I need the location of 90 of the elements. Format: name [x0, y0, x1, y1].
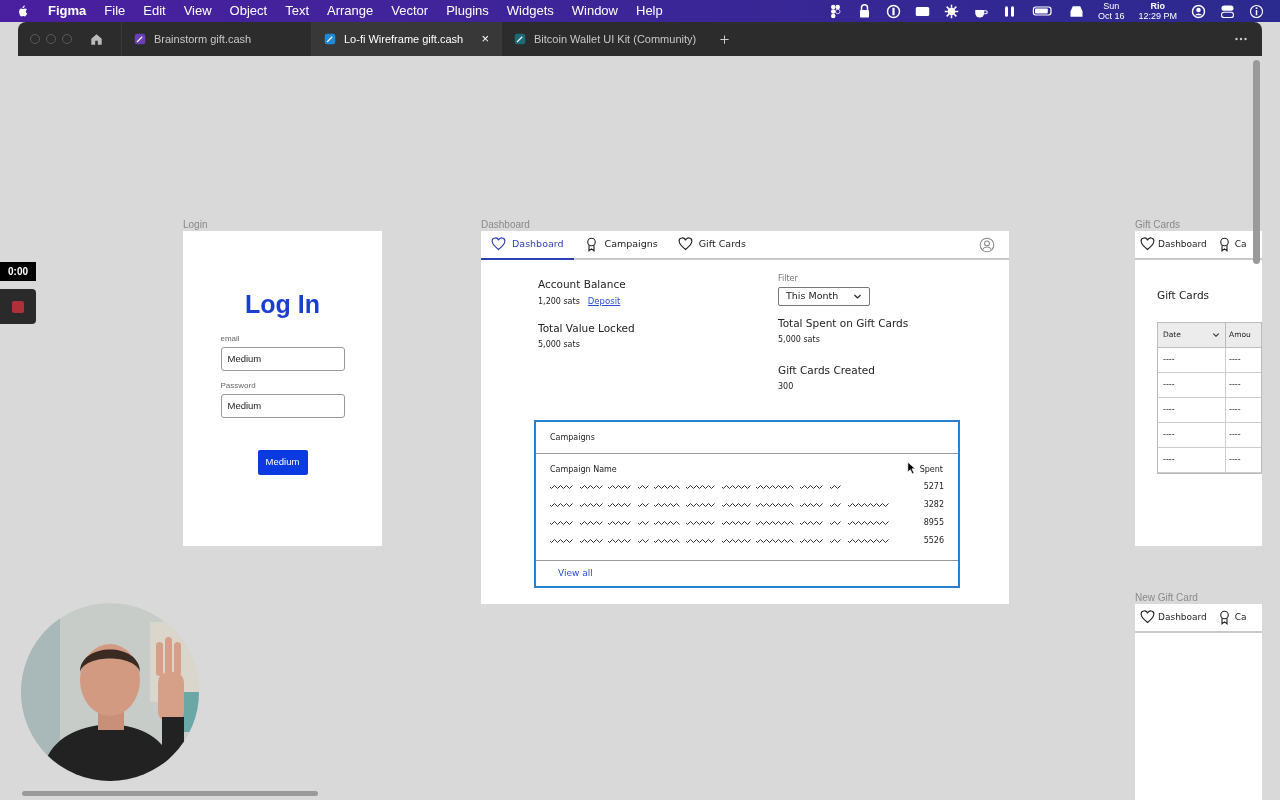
recording-timer: 0:00 [0, 262, 36, 281]
table-cell: ---- [1158, 397, 1226, 422]
stat-value: 1,200 sats [538, 296, 580, 308]
table-cell-text: ---- [1228, 428, 1242, 441]
tab[interactable]: Lo-fi Wireframe gift.cash × [311, 22, 501, 56]
file-icon [324, 33, 336, 45]
heart-icon [1140, 610, 1155, 625]
filter-dropdown[interactable]: This Month [778, 287, 870, 306]
view-all-link[interactable]: View all [558, 566, 593, 581]
login-title: Log In [245, 289, 320, 319]
battery-icon[interactable] [1030, 3, 1055, 19]
nav-tab[interactable]: Gift Cards [667, 230, 756, 259]
menu-item[interactable]: Edit [143, 1, 166, 21]
scrollbar[interactable] [1253, 60, 1260, 264]
stat-title: Total Value Locked [538, 321, 636, 335]
menu-item[interactable]: File [104, 1, 126, 21]
table-cell: 5271 [923, 481, 944, 493]
gear-icon[interactable] [943, 3, 959, 19]
info-icon[interactable] [1249, 3, 1264, 19]
table-cell: ---- [1158, 422, 1226, 447]
menu-item[interactable]: Object [229, 1, 268, 21]
nav-tab[interactable]: Dashboard [1135, 230, 1212, 259]
stat-title: Total Spent on Gift Cards [778, 316, 909, 330]
nav-tab[interactable]: Dashboard [1135, 603, 1212, 632]
stat-value: 5,000 sats [538, 339, 580, 351]
menu-item[interactable]: Text [285, 1, 310, 21]
file-icon [514, 33, 526, 45]
table-cell-text: ---- [1228, 403, 1242, 416]
table-cell: ---- [1158, 372, 1226, 397]
menu-item[interactable]: Help [636, 1, 663, 21]
stat-title: Gift Cards Created [778, 363, 876, 377]
more-icon[interactable] [1234, 36, 1248, 42]
column-header: Campaign Name [550, 464, 617, 476]
chevron-icon [1212, 330, 1220, 339]
stat-value: 300 [778, 381, 795, 393]
heart-icon [491, 237, 506, 252]
input-field[interactable]: Medium [220, 394, 345, 418]
table-cell-text: ---- [1228, 353, 1242, 366]
menu-item[interactable]: Arrange [327, 1, 374, 21]
menu-item[interactable]: View [183, 1, 212, 21]
chevron-icon [853, 292, 862, 301]
card-title: Campaigns [550, 431, 595, 444]
table-cell-text: ---- [1228, 453, 1242, 466]
stat-title: Account Balance [538, 277, 627, 291]
app-menu[interactable]: Figma [48, 1, 87, 21]
section-heading: Gift Cards [1157, 288, 1211, 303]
tab-label: Bitcoin Wallet UI Kit (Community) [534, 31, 697, 47]
day-label: Sun [1103, 1, 1120, 11]
file-icon [134, 33, 146, 45]
close-button[interactable]: × [481, 29, 489, 49]
nav-tab[interactable]: Ca [1211, 230, 1252, 259]
table-cell: ---- [1158, 347, 1226, 372]
filter-label: Filter [778, 273, 799, 285]
menu-item[interactable]: Vector [391, 1, 429, 21]
tray-icon[interactable] [1068, 3, 1084, 19]
table-cell: 3282 [923, 499, 944, 511]
user-name: Rio [1150, 1, 1165, 11]
nav-tab[interactable]: Dashboard [481, 231, 574, 260]
tab-label: Brainstorm gift.cash [154, 31, 252, 47]
heart-icon [677, 237, 693, 252]
stat-value: 5,000 sats [778, 334, 821, 346]
user-icon[interactable] [1191, 3, 1206, 19]
deposit-link[interactable]: Deposit [587, 295, 621, 308]
plus-icon[interactable] [719, 33, 730, 45]
clock-time: 12:29 PM [1138, 11, 1177, 21]
login-button[interactable]: Medium [257, 450, 308, 475]
table-cell-text: ---- [1228, 378, 1242, 391]
table-cell: 5526 [923, 535, 944, 547]
cursor-icon [907, 461, 916, 475]
column-header: Spent [919, 464, 943, 476]
nav-tab[interactable]: Campaigns [573, 230, 668, 259]
table-cell: 8955 [923, 517, 944, 529]
table-cell: ---- [1158, 447, 1226, 472]
circle-icon[interactable] [885, 3, 901, 19]
date-label: Oct 16 [1097, 11, 1125, 21]
menu-item[interactable]: Plugins [446, 1, 489, 21]
apple-logo-icon[interactable] [16, 4, 30, 18]
menu-item[interactable]: Window [571, 1, 618, 21]
toggle-icon[interactable] [1220, 3, 1235, 19]
heart-icon [1140, 237, 1155, 252]
nav-tab[interactable]: Ca [1211, 603, 1252, 632]
tab-label: Lo-fi Wireframe gift.cash [344, 31, 464, 47]
field-label: email [220, 333, 241, 345]
tab[interactable]: Bitcoin Wallet UI Kit (Community) [501, 22, 713, 56]
scrollbar[interactable] [22, 791, 318, 796]
field-label: Password [220, 380, 257, 392]
avatar-icon[interactable] [979, 236, 995, 253]
menu-item[interactable]: Widgets [506, 1, 554, 21]
input-field[interactable]: Medium [220, 347, 345, 371]
home-icon[interactable] [90, 32, 103, 46]
